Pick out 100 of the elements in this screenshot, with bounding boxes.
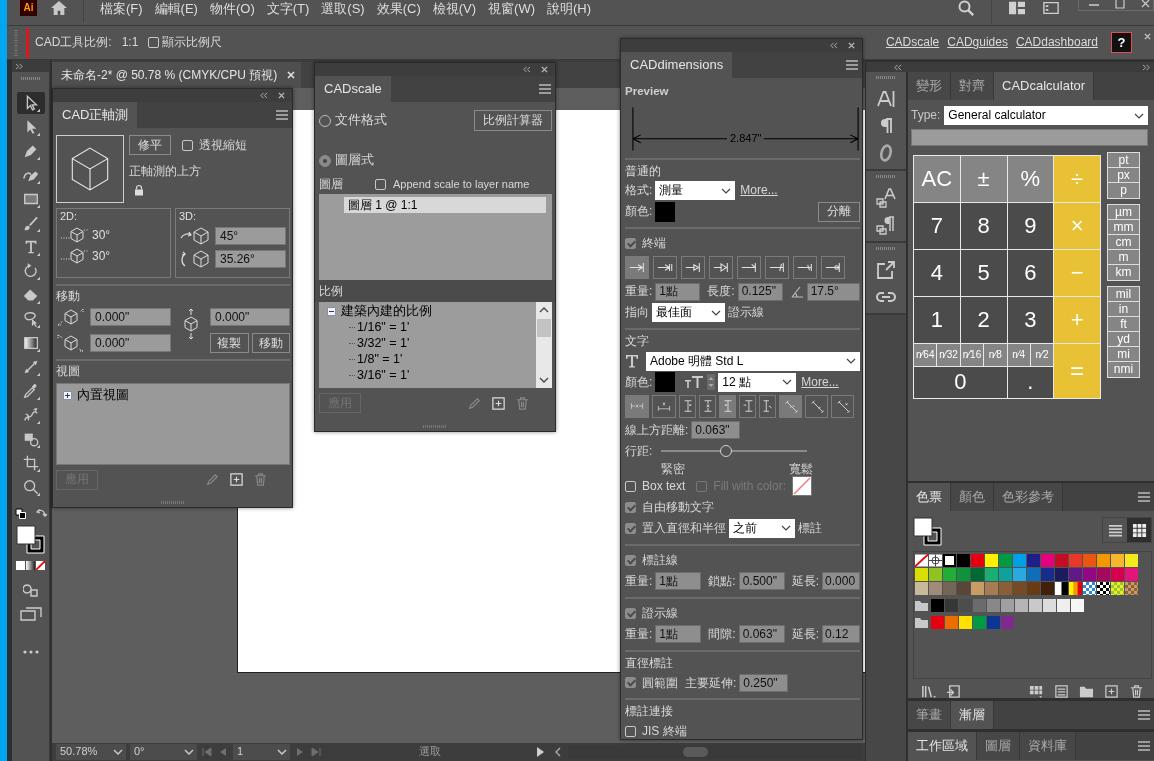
tree-item[interactable]: 1/8" = 1' bbox=[357, 351, 403, 367]
drag-handle-icon[interactable] bbox=[876, 175, 896, 178]
position-dropdown[interactable]: 之前 bbox=[729, 518, 795, 538]
offset-field[interactable]: 0.063" bbox=[691, 421, 741, 440]
scroll-up-icon[interactable] bbox=[539, 307, 549, 314]
folder-icon[interactable] bbox=[1079, 684, 1094, 699]
offset-field[interactable]: 0.000" bbox=[90, 308, 171, 327]
rotation-dropdown[interactable]: 0° bbox=[130, 744, 197, 760]
calculator-key[interactable]: 6 bbox=[1007, 250, 1054, 296]
calculator-key[interactable]: 4 bbox=[914, 250, 960, 296]
swatch-icon[interactable] bbox=[1071, 599, 1084, 612]
swatch-icon[interactable] bbox=[655, 372, 676, 393]
unit-button[interactable]: m bbox=[1108, 250, 1139, 265]
arrange-documents-icon[interactable] bbox=[1009, 0, 1025, 16]
menu-item[interactable]: 檔案(F) bbox=[100, 0, 143, 17]
terminator-button[interactable] bbox=[737, 256, 761, 280]
menu-icon[interactable] bbox=[1138, 492, 1150, 502]
swatch-icon[interactable] bbox=[987, 599, 1000, 612]
close-icon[interactable] bbox=[847, 42, 856, 49]
swatch-icon[interactable] bbox=[959, 599, 972, 612]
scroll-down-icon[interactable] bbox=[539, 377, 549, 384]
panel-tab[interactable]: CAD正軸測 bbox=[53, 102, 138, 128]
swatch-icon[interactable] bbox=[1041, 582, 1054, 595]
value-field[interactable]: 0.000 bbox=[822, 572, 860, 591]
view-toggle-button[interactable] bbox=[1127, 518, 1151, 542]
resize-grip-icon[interactable] bbox=[423, 425, 447, 428]
calculator-key[interactable]: AC bbox=[914, 156, 960, 202]
panel-tab[interactable]: 變形 bbox=[908, 72, 951, 100]
more-link[interactable]: More... bbox=[740, 183, 778, 198]
spinner-icon[interactable] bbox=[707, 374, 716, 391]
swatch-icon[interactable] bbox=[945, 616, 958, 629]
swatch-icon[interactable] bbox=[929, 568, 942, 581]
tree-item[interactable]: 內置視圖 bbox=[77, 388, 129, 404]
text-placement-button[interactable] bbox=[739, 394, 756, 418]
value-field[interactable]: 0.500" bbox=[738, 572, 785, 591]
swatch-icon[interactable] bbox=[943, 568, 956, 581]
font-size-dropdown[interactable]: 12 點 bbox=[718, 372, 797, 392]
panel-link[interactable]: CADscale bbox=[885, 35, 940, 50]
radio-button[interactable] bbox=[319, 154, 331, 167]
swatch-icon[interactable] bbox=[929, 582, 942, 595]
checkbox[interactable] bbox=[148, 37, 160, 48]
unit-button[interactable]: mi bbox=[1108, 347, 1139, 362]
text-placement-button[interactable] bbox=[831, 394, 854, 418]
maximize-icon[interactable] bbox=[1113, 0, 1127, 10]
swatch-icon[interactable] bbox=[999, 554, 1012, 567]
calculator-key[interactable]: 0 bbox=[914, 367, 1007, 398]
scale-calculator-button[interactable]: 比例計算器 bbox=[474, 110, 552, 131]
swatch-icon[interactable] bbox=[999, 568, 1012, 581]
terminator-button[interactable] bbox=[765, 256, 789, 280]
swatch-icon[interactable] bbox=[1125, 568, 1138, 581]
tool-button[interactable] bbox=[16, 92, 45, 114]
swatch-grid-icon[interactable] bbox=[1029, 684, 1044, 699]
screen-mode-icon[interactable] bbox=[19, 606, 42, 622]
text-placement-button[interactable] bbox=[719, 394, 736, 418]
copy-button[interactable]: 複製 bbox=[210, 333, 249, 354]
swatch-icon[interactable] bbox=[1083, 568, 1096, 581]
calculator-key[interactable]: 2 bbox=[960, 297, 1007, 343]
calculator-key[interactable]: 9 bbox=[1007, 203, 1054, 249]
swatch-icon[interactable] bbox=[1001, 599, 1014, 612]
menu-item[interactable]: 文字(T) bbox=[266, 0, 310, 17]
swatch-icon[interactable] bbox=[945, 599, 958, 612]
value-field[interactable]: 0.063" bbox=[738, 625, 785, 644]
collapse-icon[interactable] bbox=[893, 63, 902, 71]
collapse-icon[interactable] bbox=[522, 66, 531, 73]
draw-mode-icon[interactable] bbox=[22, 582, 39, 598]
text-placement-button[interactable] bbox=[679, 394, 696, 418]
value-field[interactable]: 0.12 bbox=[822, 625, 860, 644]
panel-tab[interactable]: 色彩參考 bbox=[994, 483, 1063, 511]
zoom-dropdown[interactable]: 50.78% bbox=[56, 744, 126, 760]
more-link[interactable]: More... bbox=[801, 374, 839, 390]
calculator-key[interactable]: 8 bbox=[960, 203, 1007, 249]
workspace-icon[interactable] bbox=[1043, 0, 1059, 16]
search-icon[interactable] bbox=[958, 0, 974, 16]
drag-handle-icon[interactable] bbox=[876, 76, 896, 79]
new-item-icon[interactable] bbox=[229, 472, 244, 488]
swatch-icon[interactable] bbox=[1111, 568, 1124, 581]
angle-field[interactable]: 17.5° bbox=[806, 282, 860, 301]
list-options-icon[interactable] bbox=[1054, 684, 1069, 699]
pattern-swatch-icon[interactable] bbox=[1083, 582, 1096, 595]
drag-handle-icon[interactable] bbox=[20, 77, 41, 80]
flatten-button[interactable]: 修平 bbox=[129, 135, 171, 155]
styled-a-icon[interactable] bbox=[876, 188, 896, 208]
text-placement-button[interactable] bbox=[652, 394, 676, 418]
swatch-icon[interactable] bbox=[973, 599, 986, 612]
menu-item[interactable]: 選取(S) bbox=[321, 0, 365, 17]
fill-stroke-icon[interactable] bbox=[913, 517, 943, 547]
resize-grip-icon[interactable] bbox=[160, 501, 185, 504]
unit-button[interactable]: km bbox=[1108, 265, 1139, 280]
checkbox[interactable] bbox=[375, 178, 386, 190]
expand-icon[interactable] bbox=[15, 62, 24, 70]
swatch-icon[interactable] bbox=[1013, 568, 1026, 581]
swatch-icon[interactable] bbox=[1097, 554, 1110, 567]
terminator-button[interactable] bbox=[709, 256, 733, 280]
swatch-icon[interactable] bbox=[1027, 568, 1040, 581]
swatch-icon[interactable] bbox=[1083, 554, 1096, 567]
calculator-type-dropdown[interactable]: General calculator bbox=[944, 106, 1148, 125]
swatch-icon[interactable] bbox=[1013, 554, 1026, 567]
swatch-icon[interactable] bbox=[999, 582, 1012, 595]
swatch-icon[interactable] bbox=[943, 582, 956, 595]
swatch-icon[interactable] bbox=[915, 582, 928, 595]
